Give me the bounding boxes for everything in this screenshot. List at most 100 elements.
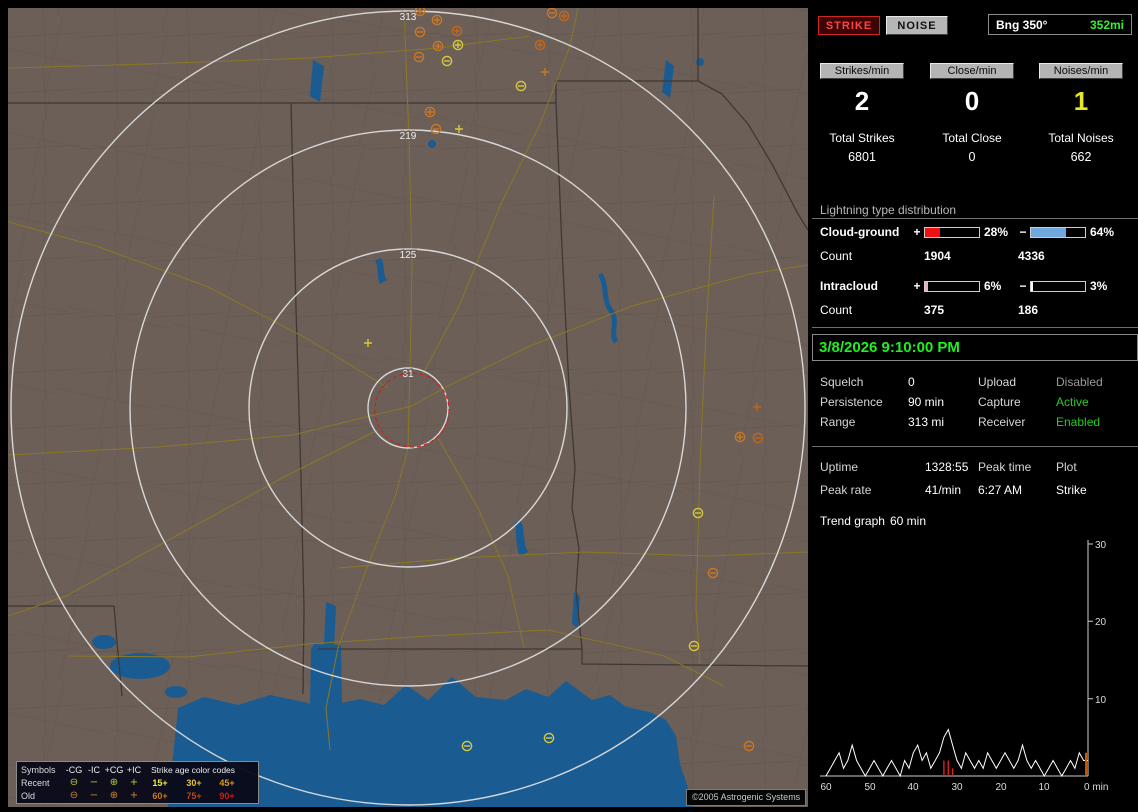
receiver-label: Receiver — [978, 415, 1025, 429]
plot-label: Plot — [1056, 460, 1077, 474]
persistence-value: 90 min — [908, 395, 944, 409]
x-tick-20: 20 — [995, 782, 1007, 793]
divider — [812, 446, 1138, 447]
legend-symbols-title: Symbols — [21, 765, 63, 775]
cg-positive-count: 1904 — [924, 249, 951, 263]
ring-label-313: 313 — [400, 12, 417, 23]
ring-label-125: 125 — [400, 250, 417, 261]
ic-positive-count: 375 — [924, 303, 944, 317]
map-canvas[interactable]: 313 219 125 31 — [8, 8, 808, 807]
minus-sign: − — [1018, 279, 1028, 293]
ic-positive-bar-fill — [925, 282, 928, 291]
uptime-label: Uptime — [820, 460, 858, 474]
cg-negative-bar-fill — [1031, 228, 1066, 237]
capture-label: Capture — [978, 395, 1021, 409]
datetime-display: 3/8/2026 9:10:00 PM — [812, 334, 1138, 361]
squelch-label: Squelch — [820, 375, 863, 389]
age-60: 60+ — [143, 791, 177, 801]
range-label: Range — [820, 415, 855, 429]
ic-positive-icon: + — [125, 791, 143, 801]
ic-negative-count: 186 — [1018, 303, 1038, 317]
plus-sign: + — [912, 225, 922, 239]
age-30: 30+ — [177, 778, 211, 788]
cg-count-label: Count — [820, 249, 852, 263]
cg-positive-pct: 28% — [984, 225, 1008, 239]
cg-positive-icon: ⊕ — [103, 778, 125, 788]
uptime-value: 1328:55 — [925, 460, 968, 474]
ic-negative-icon: − — [85, 791, 103, 801]
ic-positive-icon: + — [125, 778, 143, 788]
strikes-per-min-chip: Strikes/min — [820, 63, 904, 79]
peak-rate-value: 41/min — [925, 483, 961, 497]
y-tick-10: 10 — [1095, 695, 1107, 706]
x-tick-10: 10 — [1038, 782, 1050, 793]
legend-col-cg-pos: +CG — [103, 765, 125, 775]
cg-negative-icon: ⊖ — [63, 791, 85, 801]
cg-negative-pct: 64% — [1090, 225, 1114, 239]
legend-col-cg-neg: -CG — [63, 765, 85, 775]
ic-positive-pct: 6% — [984, 279, 1001, 293]
cg-positive-icon: ⊕ — [103, 791, 125, 801]
upload-status: Disabled — [1056, 375, 1103, 389]
strike-rate-line — [826, 730, 1088, 776]
ic-count-label: Count — [820, 303, 852, 317]
bearing-range-value: 352mi — [1090, 18, 1124, 32]
cg-positive-bar — [924, 227, 980, 238]
strikes-per-min-value: 2 — [820, 86, 904, 117]
x-tick-50: 50 — [864, 782, 876, 793]
distribution-title: Lightning type distribution — [820, 203, 956, 217]
capture-status: Active — [1056, 395, 1089, 409]
peak-time-label: Peak time — [978, 460, 1031, 474]
x-tick-0min: 0 min — [1084, 782, 1108, 793]
noise-mode-button[interactable]: NOISE — [886, 16, 948, 35]
status-panel: STRIKE NOISE Bng 350° 352mi Strikes/min … — [812, 0, 1138, 812]
plot-mode-value: Strike — [1056, 483, 1087, 497]
intracloud-label: Intracloud — [820, 279, 878, 293]
noises-per-min-value: 1 — [1039, 86, 1123, 117]
peak-time-value: 6:27 AM — [978, 483, 1022, 497]
close-per-min-value: 0 — [930, 86, 1014, 117]
copyright-badge: ©2005 Astrogenic Systems — [686, 789, 806, 806]
legend-old-label: Old — [21, 791, 63, 801]
lightning-map[interactable]: 313 219 125 31 Symbols -CG -IC +CG +IC S… — [8, 8, 808, 807]
x-tick-30: 30 — [951, 782, 963, 793]
total-noises-label: Total Noises — [1033, 131, 1129, 145]
ring-label-31: 31 — [402, 369, 414, 380]
ic-negative-bar — [1030, 281, 1086, 292]
noises-per-min-chip: Noises/min — [1039, 63, 1123, 79]
ic-positive-bar — [924, 281, 980, 292]
total-close-label: Total Close — [924, 131, 1020, 145]
legend-age-title: Strike age color codes — [143, 765, 243, 775]
trend-plot-line — [826, 730, 1088, 776]
upload-label: Upload — [978, 375, 1016, 389]
strike-mode-button[interactable]: STRIKE — [818, 16, 880, 35]
legend-recent-label: Recent — [21, 778, 63, 788]
ring-label-219: 219 — [400, 131, 417, 142]
x-tick-40: 40 — [907, 782, 919, 793]
trend-graph: 30 20 10 60 50 40 30 20 10 0 min — [812, 534, 1138, 804]
y-tick-20: 20 — [1095, 617, 1107, 628]
trend-axis — [820, 540, 1093, 776]
ic-negative-icon: − — [85, 778, 103, 788]
total-strikes-label: Total Strikes — [814, 131, 910, 145]
bearing-label: Bng 350° — [996, 18, 1047, 32]
map-legend: Symbols -CG -IC +CG +IC Strike age color… — [16, 761, 259, 804]
close-per-min-chip: Close/min — [930, 63, 1014, 79]
divider — [812, 218, 1138, 219]
total-strikes-value: 6801 — [814, 150, 910, 164]
bearing-display: Bng 350° 352mi — [988, 14, 1132, 35]
total-close-value: 0 — [924, 150, 1020, 164]
age-75: 75+ — [177, 791, 211, 801]
cg-negative-count: 4336 — [1018, 249, 1045, 263]
cg-negative-bar — [1030, 227, 1086, 238]
y-tick-30: 30 — [1095, 540, 1107, 551]
ic-negative-bar-fill — [1031, 282, 1033, 291]
total-noises-value: 662 — [1033, 150, 1129, 164]
x-tick-60: 60 — [820, 782, 832, 793]
trend-graph-label: Trend graph — [820, 514, 885, 528]
range-value: 313 mi — [908, 415, 944, 429]
receiver-status: Enabled — [1056, 415, 1100, 429]
peak-rate-label: Peak rate — [820, 483, 871, 497]
cloud-ground-label: Cloud-ground — [820, 225, 899, 239]
divider — [812, 327, 1138, 328]
